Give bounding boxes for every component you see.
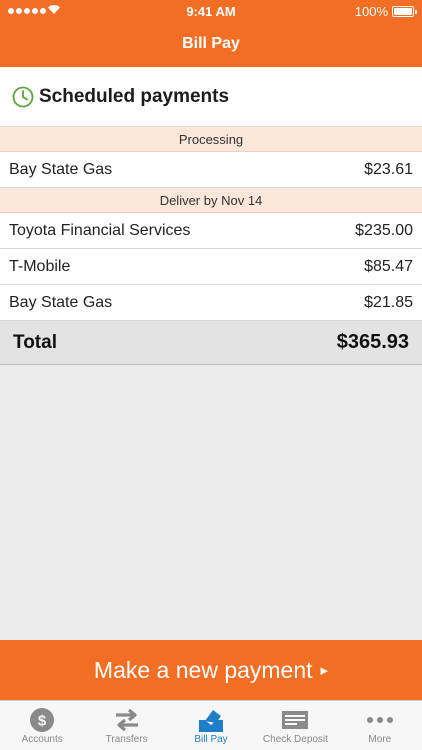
payment-amount: $21.85 [364, 293, 413, 311]
tab-label: Bill Pay [194, 734, 228, 745]
status-bar: 9:41 AM 100% [0, 0, 422, 22]
payment-amount: $23.61 [364, 160, 413, 178]
ellipsis-icon [366, 717, 393, 723]
tab-label: Accounts [21, 734, 63, 745]
battery-icon [392, 6, 417, 17]
tab-transfers[interactable]: Transfers [84, 701, 168, 750]
total-amount: $365.93 [336, 331, 409, 353]
tab-check-deposit[interactable]: Check Deposit [253, 701, 337, 750]
tab-label: Check Deposit [262, 734, 328, 745]
play-arrow-icon: ▸ [320, 662, 329, 679]
payee-name: Toyota Financial Services [9, 221, 191, 239]
payee-name: T-Mobile [9, 257, 71, 275]
make-new-payment-button[interactable]: Make a new payment ▸ [0, 640, 422, 700]
payee-name: Bay State Gas [9, 293, 113, 311]
section-title: Scheduled payments [39, 85, 230, 107]
transfer-arrows-icon [115, 708, 138, 732]
payee-name: Bay State Gas [9, 160, 113, 178]
payment-row[interactable]: T-Mobile $85.47 [0, 249, 422, 285]
tab-bar: $ Accounts Transfers Bill Pay Check Depo… [0, 700, 422, 750]
tab-bill-pay[interactable]: Bill Pay [169, 701, 253, 750]
section-header: Scheduled payments [0, 67, 422, 127]
tab-label: More [368, 734, 392, 745]
battery-percent: 100% [354, 4, 388, 19]
tab-label: Transfers [105, 734, 148, 745]
total-label: Total [13, 331, 57, 353]
check-icon [282, 711, 309, 729]
payment-row[interactable]: Toyota Financial Services $235.00 [0, 213, 422, 249]
tab-more[interactable]: More [338, 701, 422, 750]
header-bar: 9:41 AM 100% Bill Pay [0, 0, 422, 67]
group-header-deliver-by: Deliver by Nov 14 [0, 188, 422, 213]
payment-row[interactable]: Bay State Gas $21.85 [0, 285, 422, 321]
dollar-coin-icon: $ [30, 708, 55, 732]
group-header-processing: Processing [0, 127, 422, 152]
payment-row[interactable]: Bay State Gas $23.61 [0, 152, 422, 188]
page-title: Bill Pay [182, 35, 240, 52]
make-new-payment-label: Make a new payment [93, 656, 313, 683]
svg-text:$: $ [38, 713, 47, 730]
tab-accounts[interactable]: $ Accounts [0, 701, 84, 750]
clock-icon [12, 86, 34, 107]
scheduled-payments-card: Scheduled payments Processing Bay State … [0, 67, 422, 365]
payment-amount: $235.00 [355, 221, 413, 239]
total-row: Total $365.93 [0, 321, 422, 365]
payment-amount: $85.47 [364, 257, 413, 275]
bill-envelope-icon [199, 710, 224, 732]
